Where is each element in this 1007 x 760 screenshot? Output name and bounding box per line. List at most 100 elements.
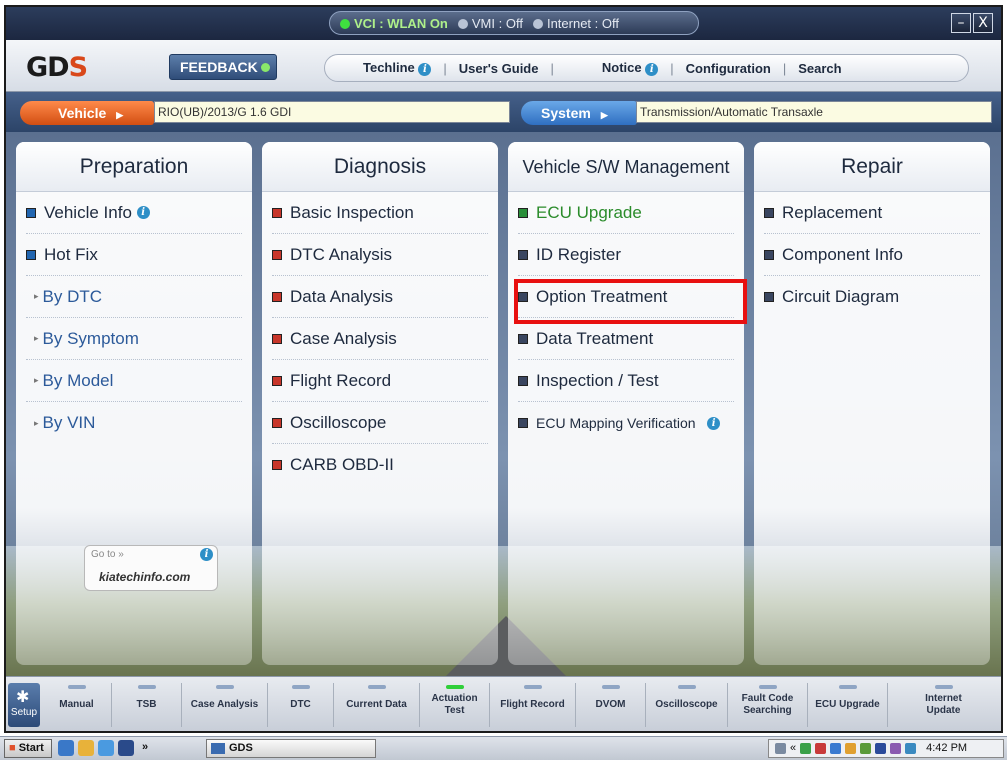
tool-internet-update[interactable]: Internet Update: [888, 683, 999, 727]
tool-dvom[interactable]: DVOM: [576, 683, 646, 727]
main-menu-area: Preparation Vehicle Info i Hot Fix ▸ By D…: [6, 132, 1001, 676]
tool-actuation-test[interactable]: Actuation Test: [420, 683, 490, 727]
feedback-button[interactable]: FEEDBACK: [169, 54, 277, 80]
menu-dtc-analysis[interactable]: DTC Analysis: [272, 234, 488, 276]
gds-logo: GDS: [26, 52, 88, 83]
menu-component-info[interactable]: Component Info: [764, 234, 980, 276]
system-tray: « 4:42 PM: [768, 739, 1004, 758]
menu-oscilloscope[interactable]: Oscilloscope: [272, 402, 488, 444]
windows-taskbar: ■ Start » GDS « 4:42 PM: [0, 736, 1007, 760]
bullet-icon: [26, 207, 36, 218]
tool-flight-record[interactable]: Flight Record: [490, 683, 576, 727]
info-icon: i: [136, 206, 150, 219]
bullet-icon: [272, 333, 282, 344]
menu-basic-inspection[interactable]: Basic Inspection: [272, 192, 488, 234]
bullet-icon: [272, 417, 282, 428]
security-tray-icon[interactable]: [815, 743, 827, 754]
quick-launch-desktop-icon[interactable]: [118, 740, 134, 756]
bluetooth-tray-icon[interactable]: [830, 743, 842, 754]
quick-launch-more[interactable]: »: [142, 741, 148, 753]
menu-replacement[interactable]: Replacement: [764, 192, 980, 234]
menu-data-treatment[interactable]: Data Treatment: [518, 318, 734, 360]
lamp-icon: [215, 685, 234, 689]
menu-by-model[interactable]: ▸ By Model: [26, 360, 242, 402]
repair-column: Repair Replacement Component Info Circui…: [754, 142, 990, 665]
tool-oscilloscope[interactable]: Oscilloscope: [646, 683, 728, 727]
wifi-tray-icon[interactable]: [860, 743, 872, 754]
info-icon: i: [200, 548, 213, 561]
device-tray-icon[interactable]: [875, 743, 887, 754]
menu-case-analysis[interactable]: Case Analysis: [272, 318, 488, 360]
menu-by-dtc[interactable]: ▸ By DTC: [26, 276, 242, 318]
internet-indicator-icon: [532, 19, 543, 30]
tool-ecu-upgrade[interactable]: ECU Upgrade: [808, 683, 888, 727]
menu-ecu-mapping-verification[interactable]: ECU Mapping Verification i: [518, 402, 734, 444]
column-title: Preparation: [16, 142, 252, 192]
menu-by-symptom[interactable]: ▸ By Symptom: [26, 318, 242, 360]
clock: 4:42 PM: [926, 742, 968, 754]
tool-current-data[interactable]: Current Data: [334, 683, 420, 727]
close-button[interactable]: X: [973, 13, 993, 33]
tool-dtc[interactable]: DTC: [268, 683, 334, 727]
tool-case-analysis[interactable]: Case Analysis: [182, 683, 268, 727]
tray-expand-icon[interactable]: «: [790, 740, 796, 757]
bullet-icon: [518, 249, 528, 260]
gds-window: VCI : WLAN On VMI : Off Internet : Off –…: [4, 5, 1003, 733]
tool-tsb[interactable]: TSB: [112, 683, 182, 727]
lamp-icon: [838, 685, 857, 689]
volume-tray-icon[interactable]: [890, 743, 902, 754]
active-lamp-icon: [445, 685, 464, 689]
windows-logo-icon: ■: [9, 742, 16, 754]
menu-by-vin[interactable]: ▸ By VIN: [26, 402, 242, 444]
kiatechinfo-link[interactable]: Go to » i kiatechinfo.com: [84, 545, 218, 591]
vehicle-button[interactable]: Vehicle ▶: [20, 101, 154, 125]
menu-data-analysis[interactable]: Data Analysis: [272, 276, 488, 318]
menu-id-register[interactable]: ID Register: [518, 234, 734, 276]
network-tray-icon[interactable]: [800, 743, 812, 754]
update-tray-icon[interactable]: [845, 743, 857, 754]
bullet-icon: [764, 292, 774, 302]
nav-users-guide[interactable]: User's Guide: [447, 61, 551, 76]
column-title: Repair: [754, 142, 990, 192]
nav-configuration[interactable]: Configuration: [674, 61, 783, 76]
nav-notice[interactable]: Notice i: [590, 60, 670, 76]
tool-manual[interactable]: Manual: [42, 683, 112, 727]
start-button[interactable]: ■ Start: [4, 739, 52, 758]
nav-search[interactable]: Search: [786, 61, 853, 76]
gds-app-icon: [211, 743, 225, 754]
menu-vehicle-info[interactable]: Vehicle Info i: [26, 192, 242, 234]
menu-ecu-upgrade[interactable]: ECU Upgrade: [518, 192, 734, 234]
taskbar-gds-button[interactable]: GDS: [206, 739, 376, 758]
top-navigation: Techline i | User's Guide | Notice i | C…: [324, 54, 969, 82]
quick-launch-ie-icon[interactable]: [58, 740, 74, 756]
column-title: Diagnosis: [262, 142, 498, 192]
quick-launch-media-icon[interactable]: [98, 740, 114, 756]
menu-carb-obd[interactable]: CARB OBD-II: [272, 444, 488, 486]
help-tray-icon[interactable]: [775, 743, 786, 754]
nav-techline[interactable]: Techline i: [351, 60, 443, 76]
vehicle-field: RIO(UB)/2013/G 1.6 GDI: [154, 101, 510, 123]
diagnosis-column: Diagnosis Basic Inspection DTC Analysis …: [262, 142, 498, 665]
tool-fault-code-searching[interactable]: Fault Code Searching: [728, 683, 808, 727]
setup-button[interactable]: ✱ Setup: [8, 683, 40, 727]
system-button[interactable]: System ▶: [521, 101, 637, 125]
lamp-icon: [523, 685, 542, 689]
menu-circuit-diagram[interactable]: Circuit Diagram: [764, 276, 980, 318]
info-icon: i: [645, 62, 659, 76]
menu-inspection-test[interactable]: Inspection / Test: [518, 360, 734, 402]
triangle-icon: ▸: [34, 417, 39, 428]
minimize-button[interactable]: –: [951, 13, 971, 33]
bullet-icon: [272, 249, 282, 260]
bottom-toolbar: ✱ Setup Manual TSB Case Analysis DTC Curr…: [6, 676, 1001, 731]
nav-separator: |: [550, 60, 554, 76]
triangle-icon: ▸: [34, 333, 39, 343]
bullet-icon: [764, 207, 774, 218]
menu-flight-record[interactable]: Flight Record: [272, 360, 488, 402]
triangle-icon: ▸: [34, 291, 39, 301]
bullet-icon: [518, 418, 528, 428]
display-tray-icon[interactable]: [905, 743, 917, 754]
menu-hot-fix[interactable]: Hot Fix: [26, 234, 242, 276]
lamp-icon: [677, 685, 696, 689]
quick-launch-folder-icon[interactable]: [78, 740, 94, 756]
lamp-icon: [758, 685, 777, 689]
